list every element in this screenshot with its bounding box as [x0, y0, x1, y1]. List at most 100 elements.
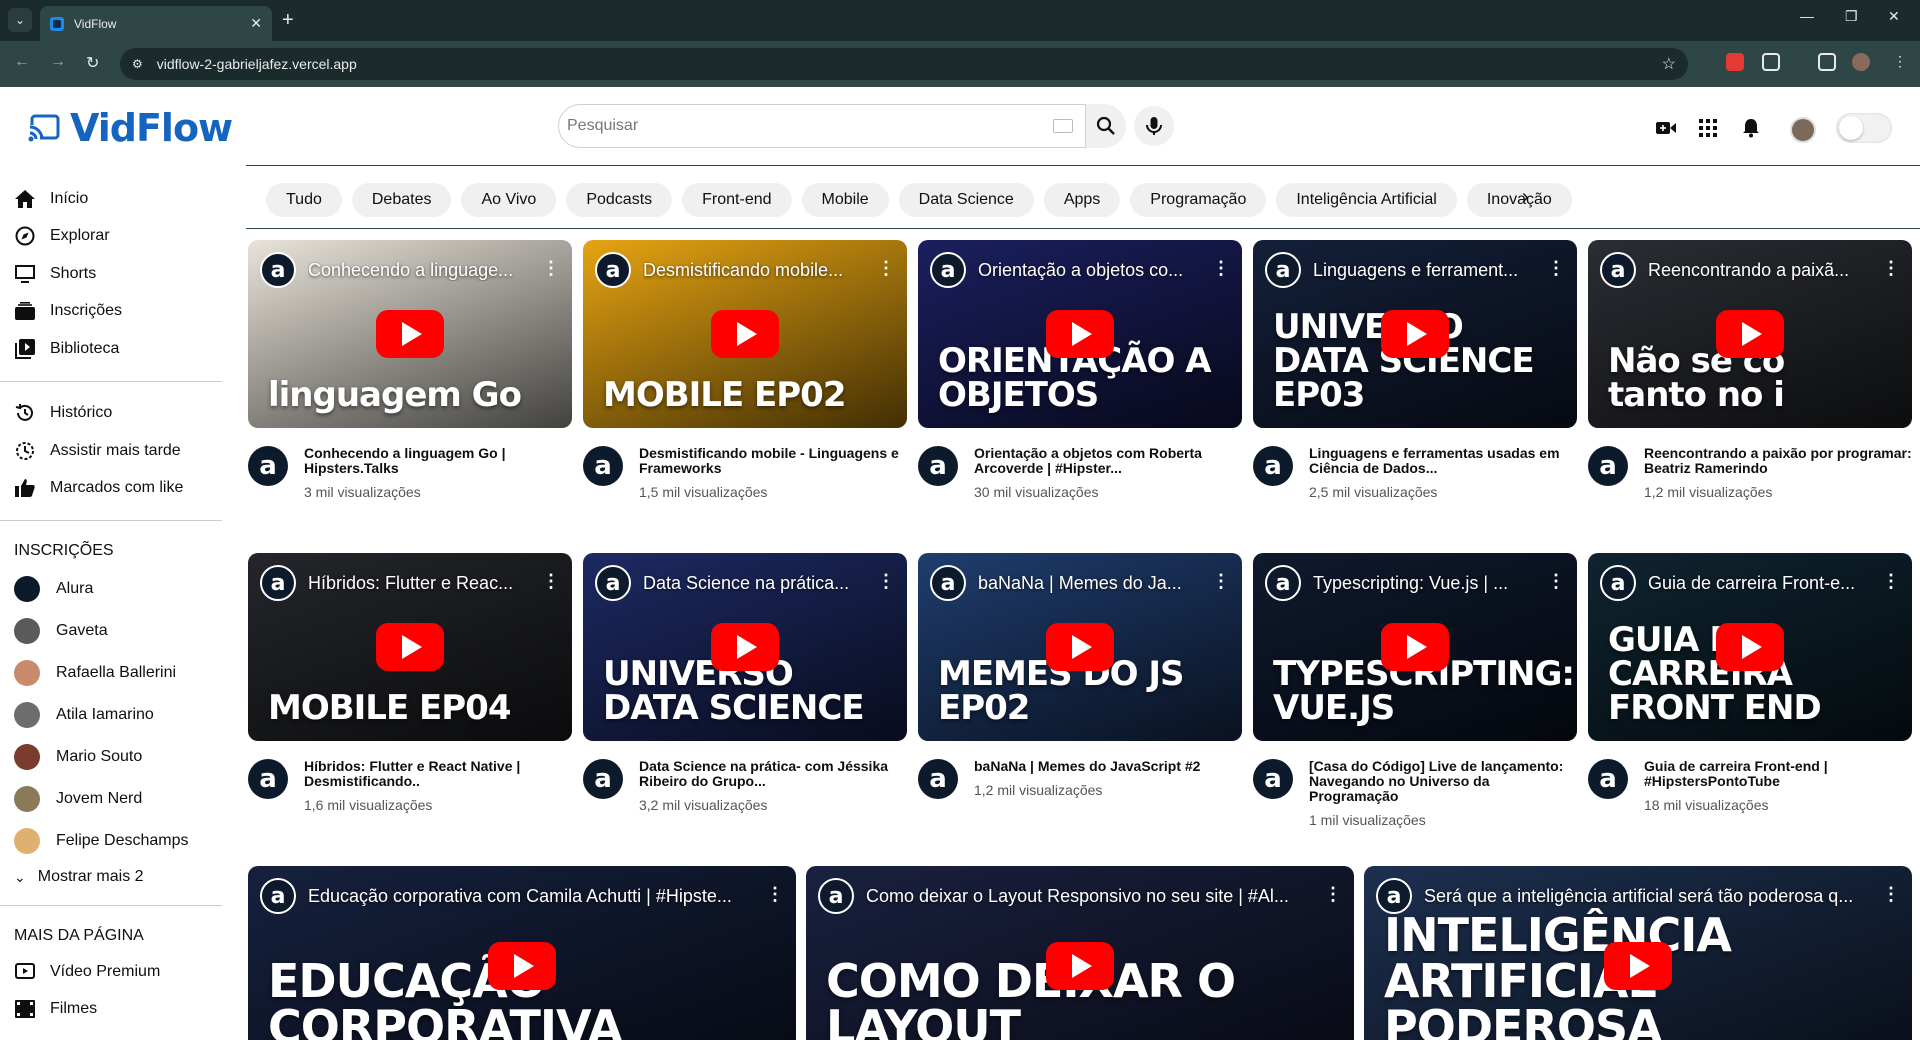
sidebar-item-biblioteca[interactable]: Biblioteca [0, 330, 222, 368]
url-field[interactable]: ⚙ vidflow-2-gabrieljafez.vercel.app ☆ [120, 48, 1688, 80]
subscription-item[interactable]: Felipe Deschamps [0, 820, 222, 862]
video-thumbnail[interactable]: COMO DEIXAR O LAYOUT a Como deixar o Layou… [806, 866, 1354, 1040]
chip-data-science[interactable]: Data Science [898, 183, 1034, 217]
channel-avatar[interactable]: a [918, 759, 958, 799]
chevron-right-icon[interactable]: › [1522, 186, 1529, 209]
channel-avatar[interactable]: a [1253, 446, 1293, 486]
channel-avatar[interactable]: a [1588, 759, 1628, 799]
show-more-button[interactable]: ⌄ Mostrar mais 2 [0, 862, 222, 892]
subscription-item[interactable]: Alura [0, 568, 222, 610]
video-card[interactable]: MOBILE EP04 a Híbridos: Flutter e Reac... ⋮… [248, 553, 572, 813]
subscription-item[interactable]: Jovem Nerd [0, 778, 222, 820]
video-thumbnail[interactable]: MOBILE EP04 a Híbridos: Flutter e Reac... ⋮ [248, 553, 572, 741]
back-icon[interactable]: ← [14, 53, 30, 71]
chip-inova-o[interactable]: Inovação [1466, 183, 1572, 217]
channel-avatar[interactable]: a [1253, 759, 1293, 799]
video-thumbnail[interactable]: MEMES DO JS EP02 a baNaNa | Memes do Ja...… [918, 553, 1242, 741]
user-avatar[interactable] [1790, 117, 1816, 143]
play-button-icon[interactable] [1046, 623, 1114, 671]
play-button-icon[interactable] [711, 623, 779, 671]
channel-avatar[interactable]: a [248, 759, 288, 799]
tab-list-button[interactable]: ⌄ [8, 8, 32, 32]
chip-podcasts[interactable]: Podcasts [566, 183, 673, 217]
more-options-icon[interactable]: ⋮ [1882, 884, 1900, 905]
video-title[interactable]: Guia de carreira Front-end | #HipstersPo… [1644, 759, 1912, 789]
sidebar-item-jogos[interactable]: Jogos [0, 1028, 222, 1040]
video-title[interactable]: [Casa do Código] Live de lançamento: Nav… [1309, 759, 1577, 804]
more-options-icon[interactable]: ⋮ [877, 571, 895, 592]
extensions-puzzle-icon[interactable] [1762, 53, 1780, 71]
chip-programa-o[interactable]: Programação [1130, 183, 1267, 217]
more-options-icon[interactable]: ⋮ [1882, 258, 1900, 279]
search-input[interactable] [567, 117, 1027, 135]
play-button-icon[interactable] [488, 942, 556, 990]
close-window-icon[interactable]: ✕ [1888, 8, 1900, 25]
video-thumbnail[interactable]: MOBILE EP02 a Desmistificando mobile... ⋮ [583, 240, 907, 428]
close-tab-icon[interactable]: ✕ [250, 15, 262, 32]
more-options-icon[interactable]: ⋮ [542, 571, 560, 592]
more-options-icon[interactable]: ⋮ [1212, 571, 1230, 592]
keyboard-icon[interactable] [1053, 119, 1073, 133]
more-options-icon[interactable]: ⋮ [766, 884, 784, 905]
video-thumbnail[interactable]: TYPESCRIPTING: VUE.JS a Typescripting: Vue… [1253, 553, 1577, 741]
video-thumbnail[interactable]: ORIENTAÇÃO A OBJETOS a Orientação a objeto… [918, 240, 1242, 428]
more-options-icon[interactable]: ⋮ [877, 258, 895, 279]
apps-grid-icon[interactable] [1698, 118, 1718, 138]
forward-icon[interactable]: → [50, 53, 66, 71]
sidebar-item-shorts[interactable]: Shorts [0, 255, 222, 293]
notifications-bell-icon[interactable] [1741, 118, 1761, 138]
video-card[interactable]: COMO DEIXAR O LAYOUT a Como deixar o Layou… [806, 866, 1354, 1040]
channel-avatar[interactable]: a [583, 759, 623, 799]
chip-mobile[interactable]: Mobile [801, 183, 889, 217]
video-thumbnail[interactable]: INTELIGÊNCIA ARTIFICIAL PODEROSA a Será qu… [1364, 866, 1912, 1040]
extension-icon[interactable] [1726, 53, 1744, 71]
play-button-icon[interactable] [1046, 942, 1114, 990]
profile-avatar[interactable] [1852, 53, 1870, 71]
side-panel-icon[interactable] [1818, 53, 1836, 71]
video-card[interactable]: MEMES DO JS EP02 a baNaNa | Memes do Ja...… [918, 553, 1242, 799]
subscription-item[interactable]: Rafaella Ballerini [0, 652, 222, 694]
chip-front-end[interactable]: Front-end [682, 183, 792, 217]
more-options-icon[interactable]: ⋮ [1547, 571, 1565, 592]
video-thumbnail[interactable]: UNIVERSO DATA SCIENCE EP03 a Linguagens e … [1253, 240, 1577, 428]
play-button-icon[interactable] [1381, 310, 1449, 358]
video-thumbnail[interactable]: UNIVERSO DATA SCIENCE a Data Science na pr… [583, 553, 907, 741]
chip-ao-vivo[interactable]: Ao Vivo [461, 183, 557, 217]
video-card[interactable]: UNIVERSO DATA SCIENCE a Data Science na pr… [583, 553, 907, 813]
sidebar-item-explorar[interactable]: Explorar [0, 218, 222, 256]
voice-search-button[interactable] [1134, 106, 1174, 146]
chip-debates[interactable]: Debates [351, 183, 452, 217]
chip-apps[interactable]: Apps [1043, 183, 1121, 217]
theme-toggle[interactable] [1836, 113, 1892, 143]
chip-intelig-ncia-artificial[interactable]: Inteligência Artificial [1276, 183, 1457, 217]
video-title[interactable]: Reencontrando a paixão por programar: Be… [1644, 446, 1912, 476]
more-options-icon[interactable]: ⋮ [542, 258, 560, 279]
reload-icon[interactable]: ↻ [86, 53, 99, 73]
video-card[interactable]: TYPESCRIPTING: VUE.JS a Typescripting: Vue… [1253, 553, 1577, 828]
video-thumbnail[interactable]: Não se co tanto no i a Reencontrando a pai… [1588, 240, 1912, 428]
play-button-icon[interactable] [1716, 623, 1784, 671]
video-card[interactable]: EDUCAÇÃO CORPORATIVA a Educação corporativ… [248, 866, 796, 1040]
video-thumbnail[interactable]: EDUCAÇÃO CORPORATIVA a Educação corporativ… [248, 866, 796, 1040]
sidebar-item-v-deo-premium[interactable]: Vídeo Premium [0, 953, 222, 991]
video-card[interactable]: UNIVERSO DATA SCIENCE EP03 a Linguagens e … [1253, 240, 1577, 500]
play-button-icon[interactable] [376, 623, 444, 671]
play-button-icon[interactable] [1716, 310, 1784, 358]
search-button[interactable] [1086, 104, 1126, 148]
video-title[interactable]: Linguagens e ferramentas usadas em Ciênc… [1309, 446, 1577, 476]
channel-avatar[interactable]: a [918, 446, 958, 486]
browser-menu-icon[interactable]: ⋮ [1893, 53, 1907, 70]
sidebar-item-marcados-com-like[interactable]: Marcados com like [0, 470, 222, 508]
vidflow-logo[interactable]: VidFlow [28, 106, 233, 150]
sidebar-item-hist-rico[interactable]: Histórico [0, 395, 222, 433]
subscription-item[interactable]: Atila Iamarino [0, 694, 222, 736]
channel-avatar[interactable]: a [1588, 446, 1628, 486]
play-button-icon[interactable] [1604, 942, 1672, 990]
play-button-icon[interactable] [1046, 310, 1114, 358]
site-info-icon[interactable]: ⚙ [132, 57, 143, 71]
sidebar-item-assistir-mais-tarde[interactable]: Assistir mais tarde [0, 432, 222, 470]
sidebar-item-filmes[interactable]: Filmes [0, 991, 222, 1029]
minimize-icon[interactable]: — [1800, 8, 1814, 24]
video-card[interactable]: Não se co tanto no i a Reencontrando a pai… [1588, 240, 1912, 500]
play-button-icon[interactable] [376, 310, 444, 358]
